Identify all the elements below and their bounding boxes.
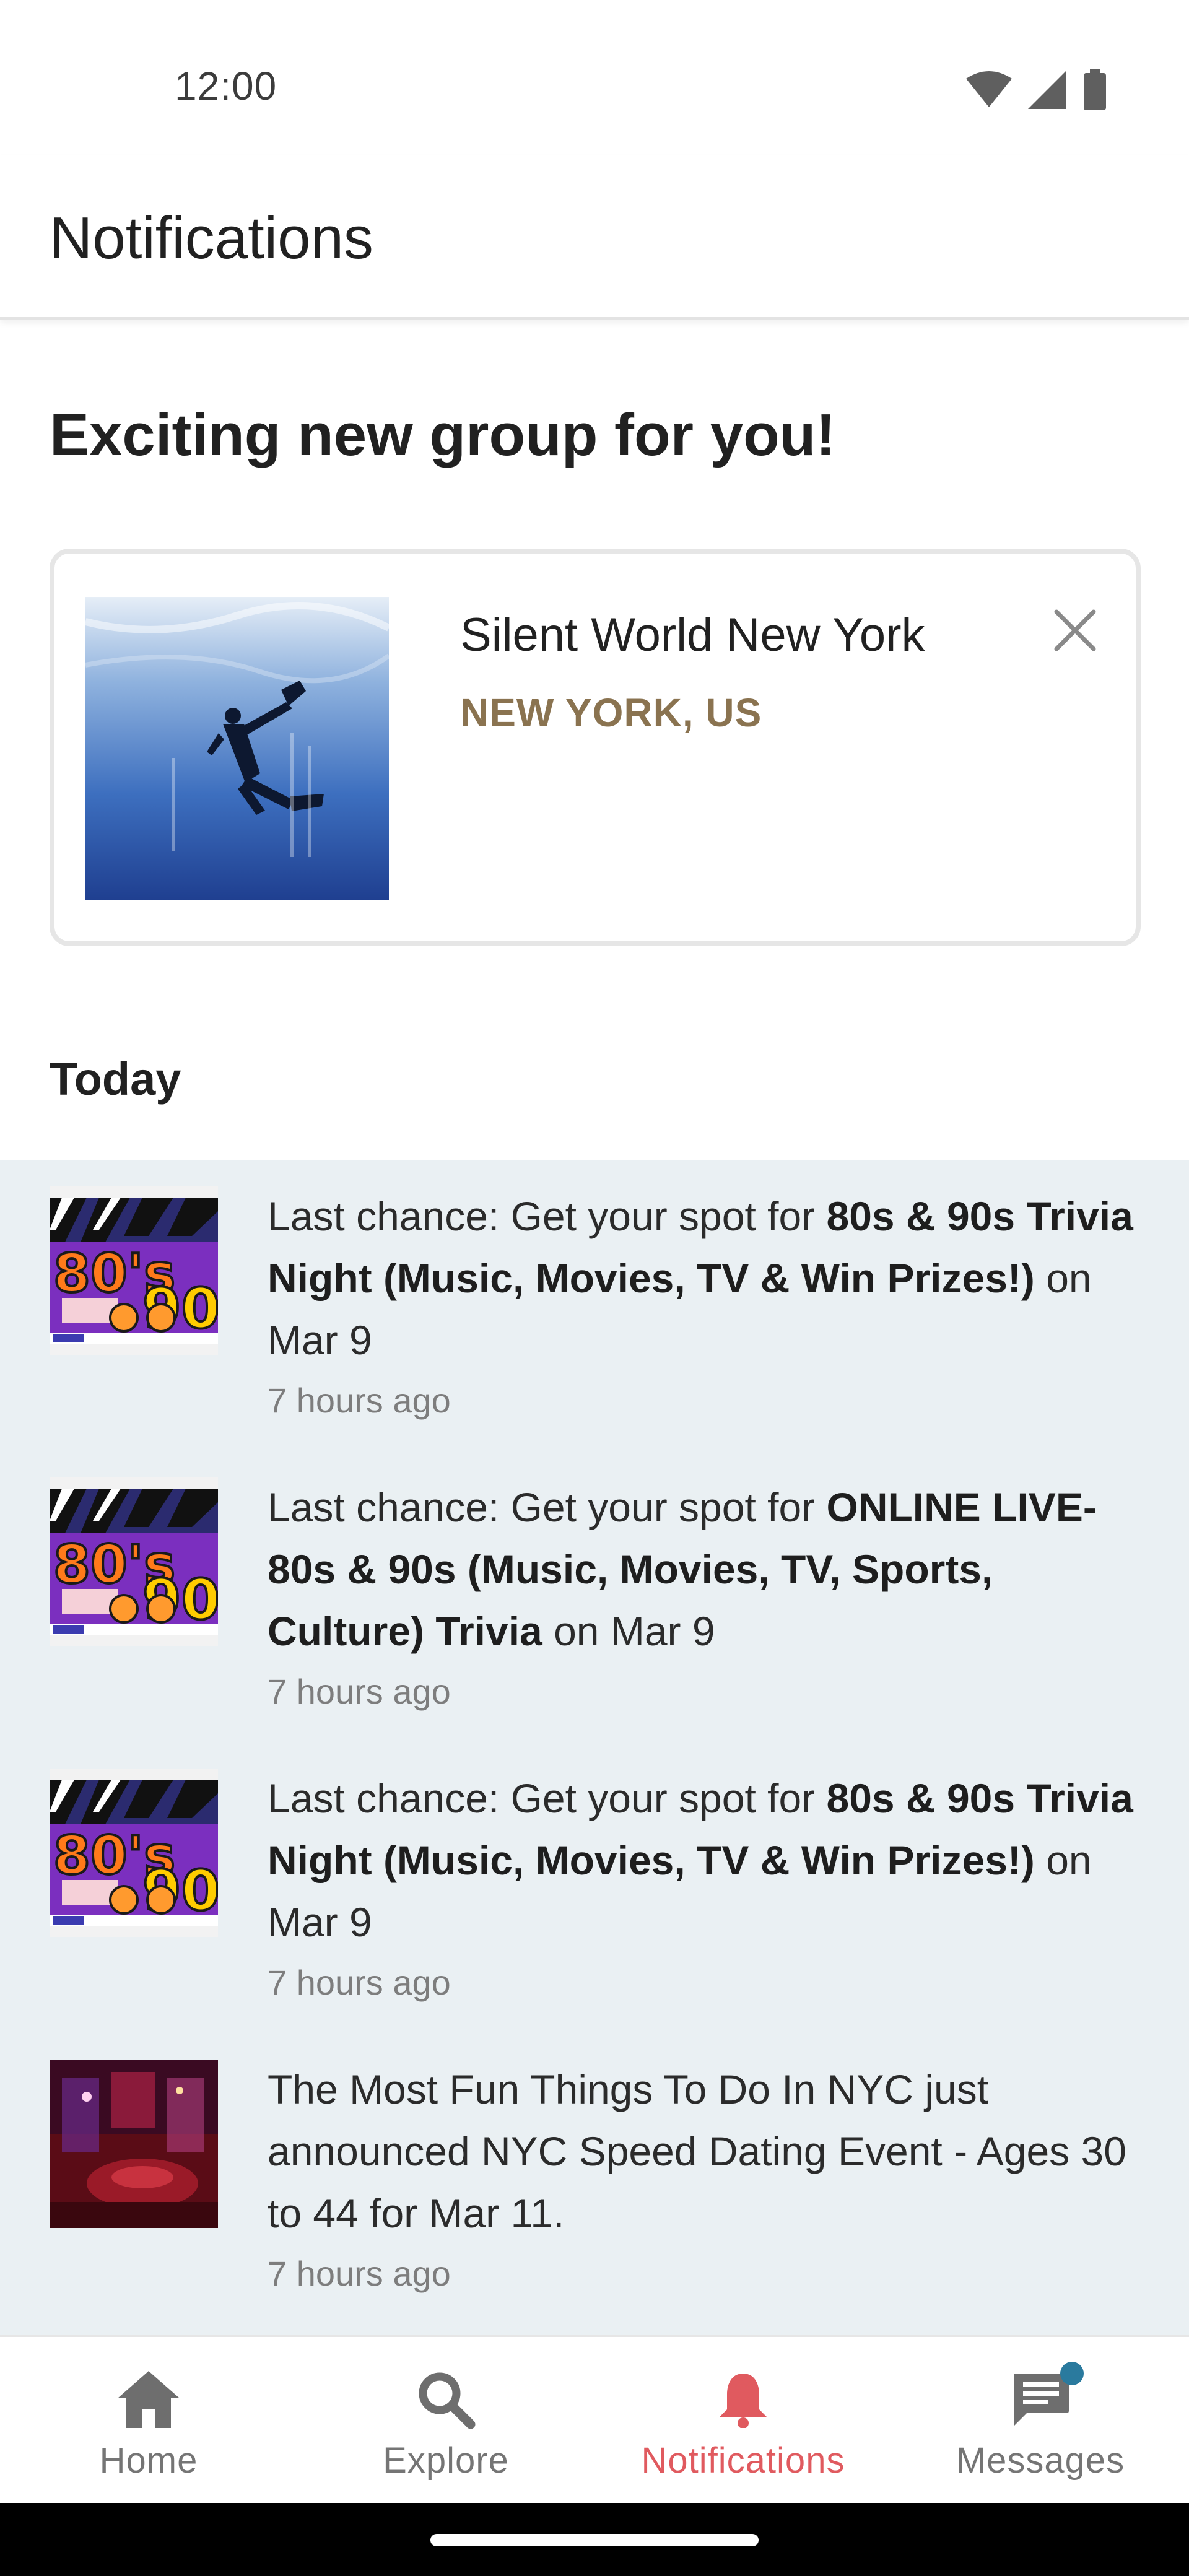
notification-text: Last chance: Get your spot for 80s & 90s… bbox=[268, 1775, 1133, 1945]
notification-text: The Most Fun Things To Do In NYC just an… bbox=[268, 2066, 1126, 2236]
suggested-group-card[interactable]: Silent World New York NEW YORK, US bbox=[50, 549, 1141, 946]
nav-home-label: Home bbox=[99, 2440, 198, 2481]
notification-item[interactable]: 80's 90 Last chance: Get your spot for 8… bbox=[0, 1743, 1189, 2034]
notification-text: Last chance: Get your spot for ONLINE LI… bbox=[268, 1484, 1097, 1654]
notification-time: 7 hours ago bbox=[268, 1963, 451, 2002]
nav-explore-label: Explore bbox=[383, 2440, 509, 2481]
home-gesture-handle[interactable] bbox=[430, 2534, 759, 2546]
notification-list: 80's 90 Last chance: Get your spot for 8… bbox=[0, 1160, 1189, 2334]
notification-time: 7 hours ago bbox=[268, 2254, 451, 2293]
gesture-nav-bar bbox=[0, 2503, 1189, 2576]
today-heading: Today bbox=[50, 1053, 181, 1105]
group-location: NEW YORK, US bbox=[460, 690, 762, 735]
lounge-photo-image bbox=[50, 2060, 218, 2228]
suggestion-heading: Exciting new group for you! bbox=[50, 402, 836, 468]
notification-item[interactable]: 80's 90 Last chance: Get your spot for O… bbox=[0, 1451, 1189, 1743]
notification-item[interactable]: 80's 90 Last chance: Get your spot for 8… bbox=[0, 1160, 1189, 1451]
bell-icon bbox=[718, 2365, 768, 2434]
trivia-poster-image: 80's 90 bbox=[50, 1477, 218, 1646]
trivia-poster-image: 80's 90 bbox=[50, 1769, 218, 1937]
nav-messages[interactable]: Messages bbox=[892, 2337, 1189, 2505]
unread-badge bbox=[1060, 2362, 1084, 2385]
bottom-nav: Home Explore Notifications Messages bbox=[0, 2334, 1189, 2503]
group-name[interactable]: Silent World New York bbox=[460, 608, 925, 662]
nav-notifications-label: Notifications bbox=[641, 2440, 845, 2481]
notification-time: 7 hours ago bbox=[268, 1381, 451, 1420]
app-bar: Notifications bbox=[0, 155, 1189, 320]
cell-signal-icon bbox=[1028, 71, 1066, 112]
nav-home[interactable]: Home bbox=[0, 2337, 297, 2505]
close-icon bbox=[1053, 608, 1097, 656]
group-image bbox=[85, 597, 389, 900]
dismiss-button[interactable] bbox=[1045, 602, 1105, 661]
notification-time: 7 hours ago bbox=[268, 1672, 451, 1711]
nav-messages-label: Messages bbox=[956, 2440, 1125, 2481]
wifi-icon bbox=[966, 71, 1012, 111]
nav-notifications[interactable]: Notifications bbox=[594, 2337, 892, 2505]
notification-text: Last chance: Get your spot for 80s & 90s… bbox=[268, 1193, 1133, 1363]
home-icon bbox=[118, 2365, 180, 2434]
message-icon bbox=[1011, 2362, 1084, 2434]
trivia-poster-image: 80's 90 bbox=[50, 1186, 218, 1355]
notification-item[interactable]: The Most Fun Things To Do In NYC just an… bbox=[0, 2034, 1189, 2325]
battery-icon bbox=[1082, 69, 1107, 113]
search-icon bbox=[416, 2365, 476, 2434]
page-title: Notifications bbox=[50, 205, 373, 271]
nav-explore[interactable]: Explore bbox=[297, 2337, 594, 2505]
system-icons bbox=[966, 69, 1107, 113]
status-time: 12:00 bbox=[175, 64, 277, 108]
status-bar: 12:00 bbox=[0, 0, 1189, 155]
